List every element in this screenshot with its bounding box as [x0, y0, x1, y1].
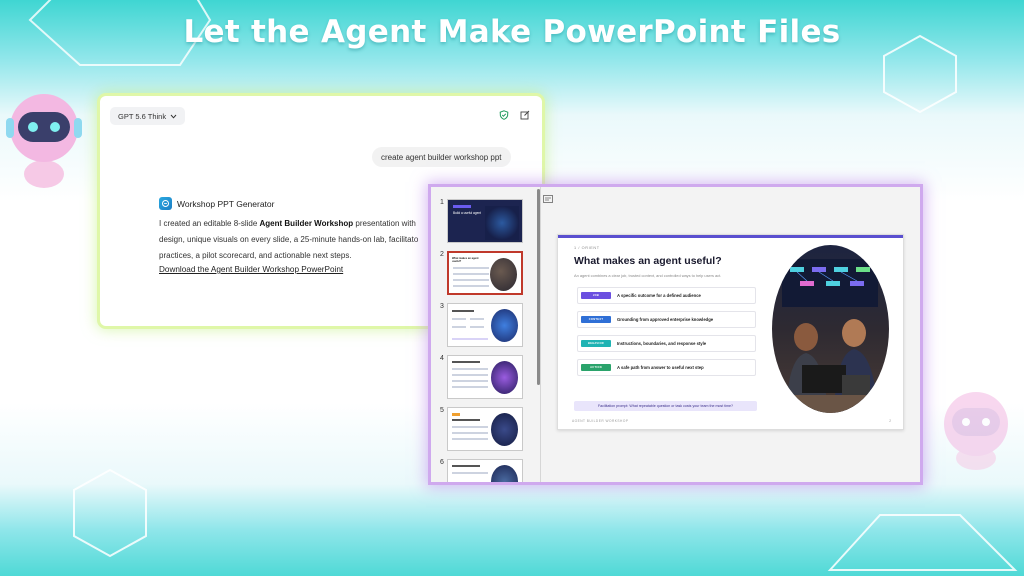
model-label: GPT 5.6 Think [118, 111, 167, 121]
team-photo-image [772, 245, 889, 413]
banner-title: Let the Agent Make PowerPoint Files [183, 14, 841, 50]
notes-icon[interactable] [543, 195, 553, 203]
slide-row: ACTION A safe path from answer to useful… [577, 359, 756, 376]
chevron-down-icon [170, 114, 177, 119]
slide-kicker: 1 / ORIENT [574, 246, 600, 250]
model-selector[interactable]: GPT 5.6 Think [110, 107, 186, 125]
slide-thumbnail-selected[interactable]: 2 What makes an agent useful? [431, 251, 535, 301]
slide-thumbnail-pane[interactable]: 1 Build a useful agent 2 What makes an a… [431, 187, 541, 482]
slide-subtitle: An agent combines a clear job, trusted c… [574, 273, 722, 278]
facilitation-prompt: Facilitation prompt: What repeatable que… [574, 401, 757, 411]
download-link[interactable]: Download the Agent Builder Workshop Powe… [159, 265, 343, 274]
current-slide[interactable]: 1 / ORIENT What makes an agent useful? A… [557, 234, 904, 430]
assistant-name: Workshop PPT Generator [177, 198, 275, 209]
slide-thumbnail[interactable]: 1 Build a useful agent [431, 199, 535, 249]
slide-thumbnail[interactable]: 4 [431, 355, 535, 405]
slide-thumbnail[interactable]: 3 [431, 303, 535, 353]
slide-footer: AGENT BUILDER WORKSHOP [572, 419, 629, 423]
slide-page-number: 2 [889, 419, 891, 423]
slide-row: BEHAVIOR Instructions, boundaries, and r… [577, 335, 756, 352]
powerpoint-viewer: 1 Build a useful agent 2 What makes an a… [431, 187, 920, 482]
robot-mascot-icon [944, 392, 1008, 470]
shield-check-icon[interactable] [499, 110, 509, 120]
user-message: create agent builder workshop ppt [372, 147, 511, 167]
slide-row: CONTEXT Grounding from approved enterpri… [577, 311, 756, 328]
hexagon-decoration [827, 514, 1018, 571]
slide-row: JOB A specific outcome for a defined aud… [577, 287, 756, 304]
slide-thumbnail[interactable]: 6 [431, 459, 535, 482]
thumbnail-scrollbar[interactable] [537, 189, 540, 385]
slide-title: What makes an agent useful? [574, 255, 722, 267]
hexagon-decoration [73, 468, 147, 558]
robot-mascot-icon [6, 94, 82, 188]
generator-avatar-icon [159, 197, 172, 210]
slide-thumbnail[interactable]: 5 [431, 407, 535, 457]
new-chat-edit-icon[interactable] [520, 110, 530, 120]
slide-accent-bar [558, 235, 903, 238]
